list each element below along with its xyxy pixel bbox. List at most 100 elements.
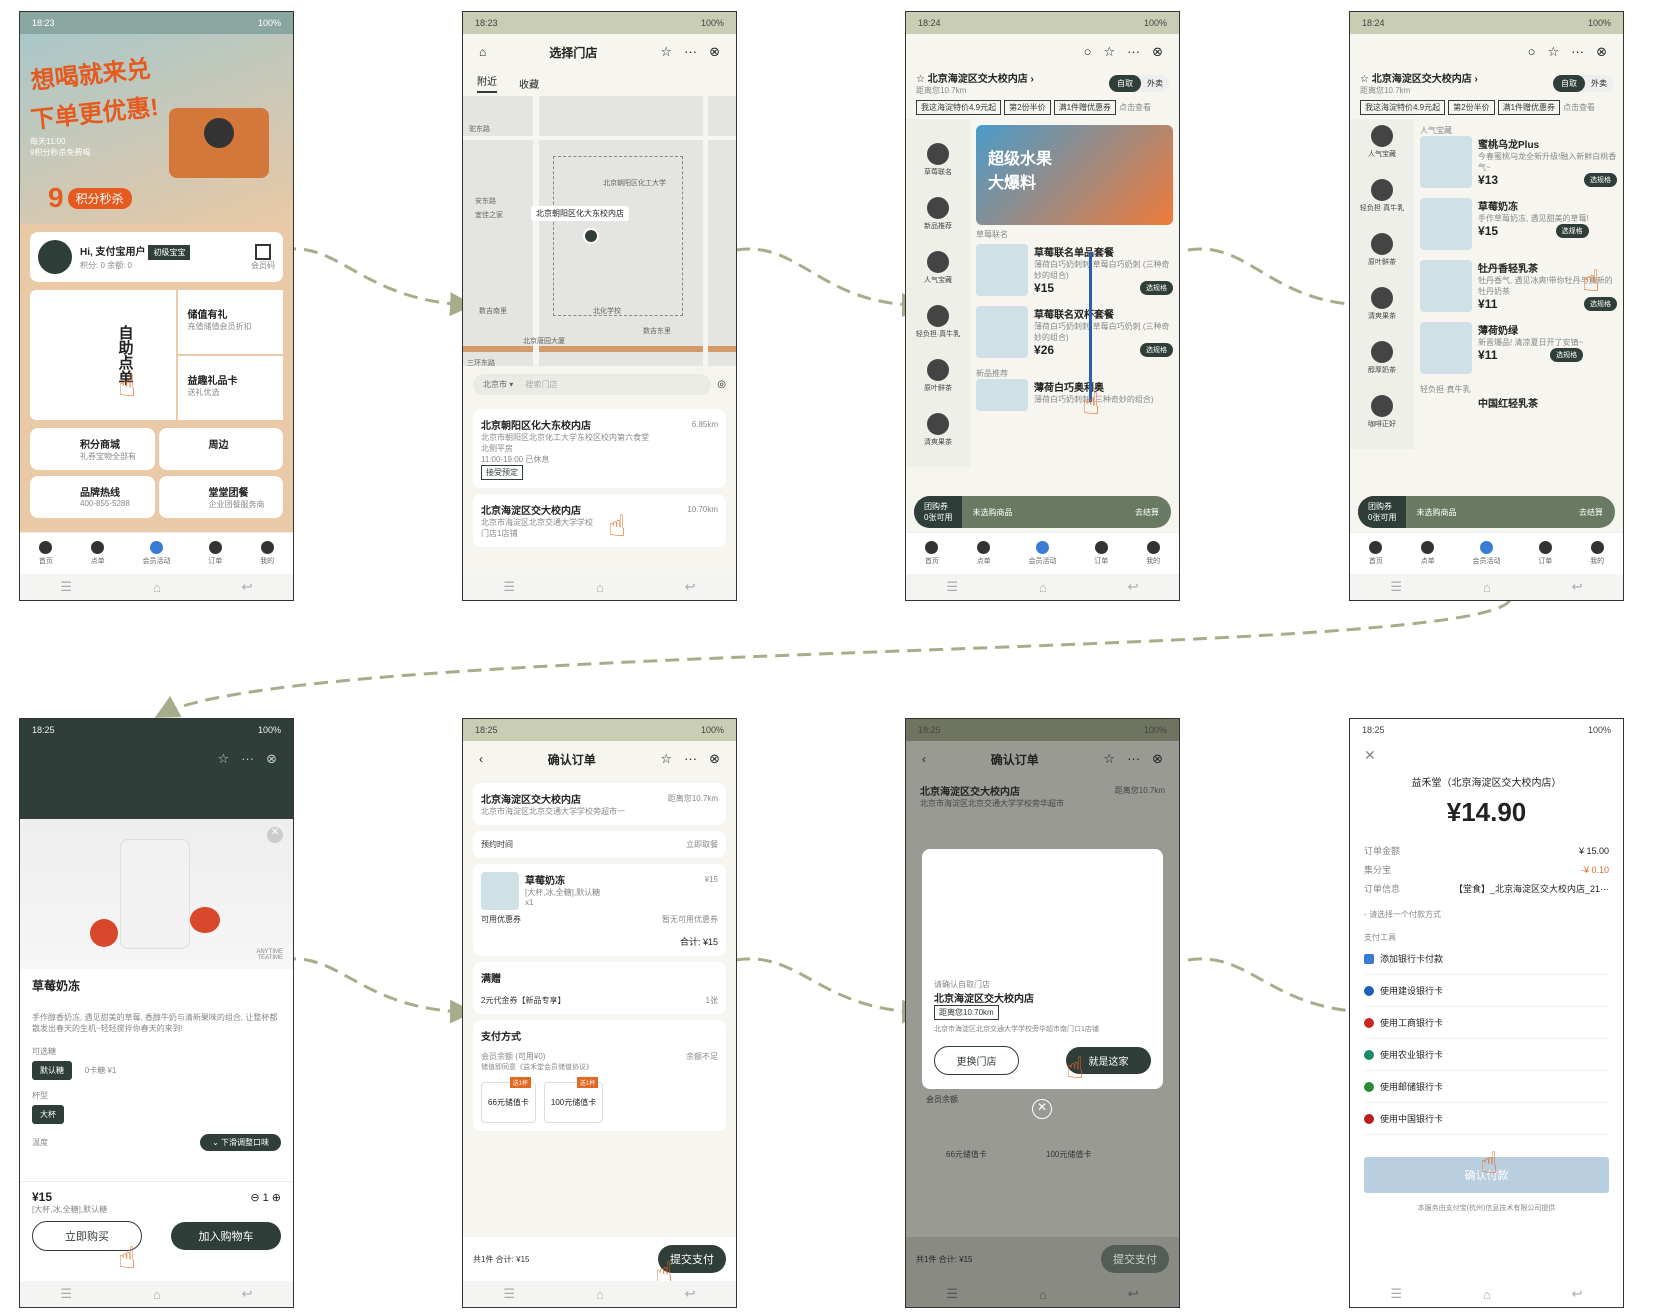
coupon-button[interactable]: 团购券 0张可用 bbox=[914, 496, 963, 528]
star-icon[interactable]: ☆ bbox=[217, 751, 229, 767]
tab-me[interactable]: 我的 bbox=[1146, 541, 1160, 566]
more-icon[interactable]: ··· bbox=[1127, 44, 1140, 60]
self-order-tile[interactable]: 自助点单 bbox=[30, 290, 176, 420]
back-icon[interactable]: ↩ bbox=[1128, 579, 1139, 595]
store-card[interactable]: 北京海淀区交大校内店 距离您10.7km 北京市海淀区北京交通大学学校旁超市一 bbox=[473, 783, 726, 825]
pickup-toggle[interactable]: 自取 外卖 bbox=[1109, 74, 1169, 92]
select-spec-button[interactable]: 选规格 bbox=[1584, 297, 1617, 311]
back-icon[interactable]: ‹ bbox=[922, 752, 926, 766]
balance-option[interactable]: 会员余额 (可用¥0) 余额不足 bbox=[481, 1051, 718, 1062]
back-icon[interactable]: ↩ bbox=[242, 579, 253, 595]
sugar-option[interactable]: 默认糖 bbox=[32, 1061, 72, 1080]
product-item[interactable]: 蜜桃乌龙Plus 今春蜜桃乌龙全新升级!融入新鲜白桃香气~ ¥13 选规格 bbox=[1420, 136, 1617, 188]
tab-home[interactable]: 首页 bbox=[1369, 541, 1383, 566]
quantity-stepper[interactable]: ⊖ 1 ⊕ bbox=[250, 1191, 281, 1204]
menu-icon[interactable]: ☰ bbox=[946, 1286, 958, 1302]
category-item[interactable]: 清爽果茶 bbox=[906, 413, 970, 447]
star-icon[interactable]: ☆ bbox=[660, 44, 672, 60]
coupon-row[interactable]: 可用优惠券 暂无可用优惠券 bbox=[481, 914, 718, 925]
more-icon[interactable]: ··· bbox=[684, 751, 697, 767]
category-item[interactable]: 原叶鲜茶 bbox=[906, 359, 970, 393]
category-item[interactable]: 人气宝藏 bbox=[1350, 125, 1414, 159]
checkout-button[interactable]: 去结算 bbox=[1135, 507, 1171, 518]
close-icon[interactable]: ⊗ bbox=[266, 751, 277, 767]
map[interactable]: 驼东路 安东路 宜佳之家 北京朝阳区化工大学 北化学校 三环东路 数吉南里 数吉… bbox=[463, 96, 736, 366]
pickup-toggle[interactable]: 自取 外卖 bbox=[1553, 74, 1613, 92]
tab-member[interactable]: 会员活动 bbox=[142, 541, 170, 566]
search-input[interactable]: 搜索门店 bbox=[525, 380, 557, 389]
menu-icon[interactable]: ☰ bbox=[503, 1286, 515, 1302]
size-option[interactable]: 大杯 bbox=[32, 1105, 64, 1124]
star-icon[interactable]: ☆ bbox=[1103, 751, 1115, 767]
payment-method[interactable]: 使用工商银行卡 bbox=[1364, 1007, 1609, 1039]
payment-method[interactable]: 使用农业银行卡 bbox=[1364, 1039, 1609, 1071]
category-item[interactable]: 人气宝藏 bbox=[906, 251, 970, 285]
checkout-button[interactable]: 去结算 bbox=[1579, 507, 1615, 518]
hotline-tile[interactable]: 品牌热线 400-855-5288 bbox=[30, 476, 155, 518]
store-item[interactable]: 北京朝阳区化大东校内店 6.85km 北京市朝阳区北京化工大学东校区校内第六食堂北… bbox=[473, 409, 726, 488]
back-icon[interactable]: ↩ bbox=[1572, 579, 1583, 595]
tab-order[interactable]: 点单 bbox=[91, 541, 105, 566]
cart-bar[interactable]: 团购券 0张可用 未选购商品 去结算 bbox=[914, 496, 1171, 528]
category-item[interactable]: 轻负担·真牛乳 bbox=[906, 305, 970, 339]
close-icon[interactable]: ✕ bbox=[1350, 741, 1623, 770]
select-spec-button[interactable]: 选规格 bbox=[1140, 281, 1173, 295]
back-icon[interactable]: ↩ bbox=[685, 579, 696, 595]
coupon-button[interactable]: 团购券 0张可用 bbox=[1358, 496, 1407, 528]
stored-card-option[interactable]: 送1杯 66元储值卡 bbox=[481, 1077, 536, 1123]
category-item[interactable]: 草莓联名 bbox=[906, 143, 970, 177]
product-item[interactable]: 薄荷奶绿 新晋爆品! 清凉夏日开了安镇~ ¥11 选规格 bbox=[1420, 322, 1617, 374]
menu-icon[interactable]: ☰ bbox=[60, 579, 72, 595]
category-item[interactable]: 清爽果茶 bbox=[1350, 287, 1414, 321]
close-icon[interactable]: ⊗ bbox=[709, 44, 720, 60]
product-item[interactable]: 中国红轻乳茶 bbox=[1478, 395, 1617, 410]
tab-member[interactable]: 会员活动 bbox=[1028, 541, 1056, 566]
close-icon[interactable]: ⊗ bbox=[709, 751, 720, 767]
tab-favorites[interactable]: 收藏 bbox=[519, 76, 539, 91]
tab-home[interactable]: 首页 bbox=[39, 541, 53, 566]
select-spec-button[interactable]: 选规格 bbox=[1584, 173, 1617, 187]
locate-icon[interactable]: ◎ bbox=[717, 379, 726, 390]
member-code-button[interactable]: 会员码 bbox=[251, 243, 275, 271]
promo-banner[interactable]: 超级水果 大爆料 bbox=[976, 125, 1173, 225]
gift-card-tile[interactable]: 益趣礼品卡 送礼优选 bbox=[177, 356, 283, 420]
pickup-time-row[interactable]: 预约时间 立即取餐 bbox=[473, 831, 726, 858]
close-icon[interactable]: ⊗ bbox=[1152, 44, 1163, 60]
search-icon[interactable]: ○ bbox=[1528, 44, 1536, 60]
sugar-option[interactable]: 0卡糖 ¥1 bbox=[85, 1066, 117, 1075]
store-name[interactable]: ☆ 北京海淀区交大校内店 › bbox=[1360, 70, 1478, 85]
home-icon[interactable]: ⌂ bbox=[1039, 1287, 1047, 1302]
back-icon[interactable]: ‹ bbox=[479, 752, 483, 766]
promo-poster[interactable]: 想喝就来兑 下单更优惠! 每天11:00 9积分秒杀免费喝 9 积分秒杀 bbox=[20, 34, 293, 224]
city-select[interactable]: 北京市 bbox=[483, 380, 507, 389]
store-item[interactable]: 北京海淀区交大校内店 10.70km 北京市海淀区北京交通大学学校 门店1店铺 bbox=[473, 494, 726, 547]
change-store-button[interactable]: 更换门店 bbox=[934, 1046, 1019, 1075]
payment-method[interactable]: 使用建设银行卡 bbox=[1364, 975, 1609, 1007]
category-item[interactable]: 新品推荐 bbox=[906, 197, 970, 231]
submit-payment-button[interactable]: 提交支付 bbox=[1101, 1245, 1169, 1273]
tab-me[interactable]: 我的 bbox=[1590, 541, 1604, 566]
back-icon[interactable]: ↩ bbox=[1572, 1286, 1583, 1302]
category-item[interactable]: 原叶鲜茶 bbox=[1350, 233, 1414, 267]
more-icon[interactable]: ··· bbox=[684, 44, 697, 60]
dialog-close-icon[interactable]: ✕ bbox=[1032, 1099, 1052, 1119]
menu-icon[interactable]: ☰ bbox=[1390, 579, 1402, 595]
home-icon[interactable]: ⌂ bbox=[1483, 1287, 1491, 1302]
product-item[interactable]: 薄荷白巧奥利奥 薄荷白巧奶刺刺 (三种奇妙的组合) bbox=[976, 379, 1173, 411]
menu-icon[interactable]: ☰ bbox=[946, 579, 958, 595]
select-spec-button[interactable]: 选规格 bbox=[1555, 224, 1589, 238]
more-icon[interactable]: ··· bbox=[1571, 44, 1584, 60]
home-icon[interactable]: ⌂ bbox=[596, 580, 604, 595]
back-icon[interactable]: ↩ bbox=[685, 1286, 696, 1302]
star-icon[interactable]: ☆ bbox=[660, 751, 672, 767]
home-icon[interactable]: ⌂ bbox=[479, 45, 486, 59]
more-icon[interactable]: ··· bbox=[1127, 751, 1140, 767]
store-name[interactable]: ☆ 北京海淀区交大校内店 › bbox=[916, 70, 1034, 85]
group-meal-tile[interactable]: 堂堂团餐 企业团餐服务商 bbox=[158, 476, 283, 518]
category-item[interactable]: 咖啡正好 bbox=[1350, 395, 1414, 429]
tab-orders[interactable]: 订单 bbox=[1538, 541, 1552, 566]
adjust-taste-button[interactable]: ⌄ 下滑调整口味 bbox=[200, 1134, 281, 1151]
tab-home[interactable]: 首页 bbox=[925, 541, 939, 566]
home-icon[interactable]: ⌂ bbox=[596, 1287, 604, 1302]
star-icon[interactable]: ☆ bbox=[1547, 44, 1559, 60]
